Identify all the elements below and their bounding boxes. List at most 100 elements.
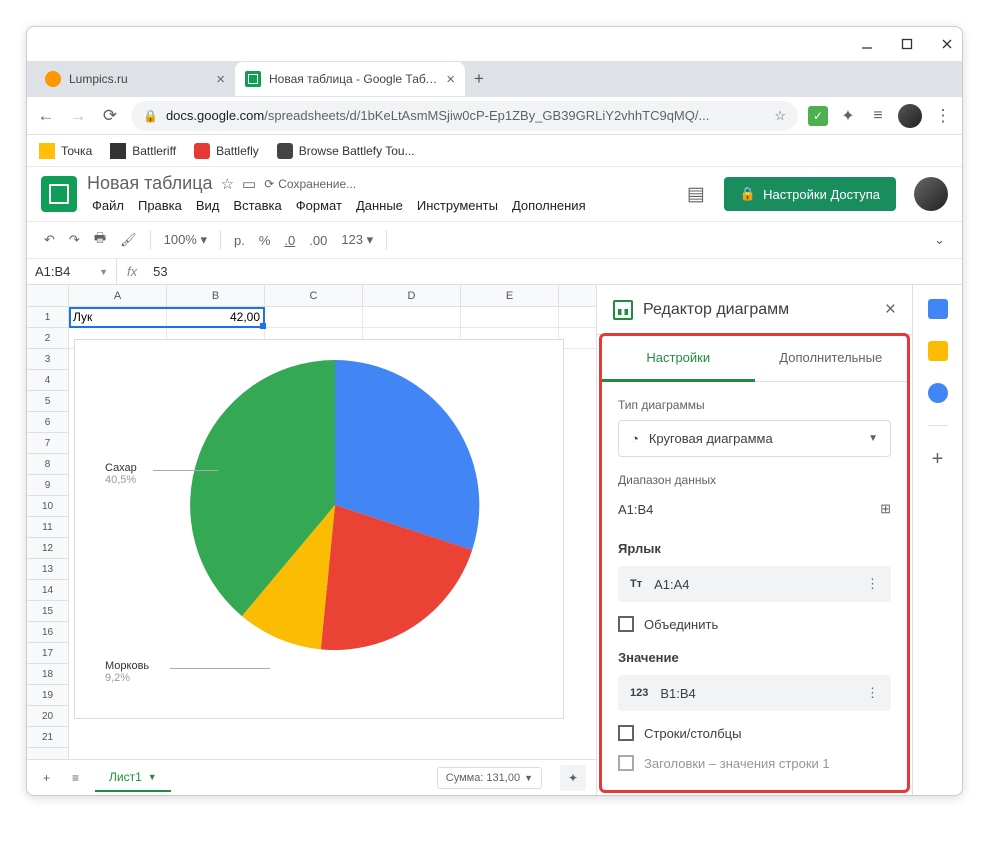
keep-app-icon[interactable] <box>928 341 948 361</box>
menu-data[interactable]: Данные <box>351 196 408 215</box>
tasks-app-icon[interactable] <box>928 383 948 403</box>
chart-editor-panel: Редактор диаграмм × Настройки Дополнител… <box>596 285 912 795</box>
pie-chart-svg <box>190 360 480 650</box>
cell-a1[interactable]: Лук <box>69 307 167 327</box>
add-sheet-button[interactable]: + <box>37 767 56 789</box>
menu-view[interactable]: Вид <box>191 196 225 215</box>
url-text: docs.google.com/spreadsheets/d/1bKeLtAsm… <box>166 108 709 123</box>
zoom-select[interactable]: 100% ▾ <box>159 228 212 252</box>
row-header[interactable]: 1 <box>27 307 68 328</box>
toolbar-more-button[interactable]: ⌄ <box>929 228 950 252</box>
calendar-app-icon[interactable] <box>928 299 948 319</box>
explore-button[interactable]: ✦ <box>560 765 586 791</box>
extension-check-icon[interactable]: ✓ <box>808 106 828 126</box>
menu-edit[interactable]: Правка <box>133 196 187 215</box>
paint-format-button[interactable]: 🖌 <box>115 228 142 252</box>
number-type-icon: 123 <box>630 687 648 699</box>
aggregate-checkbox[interactable]: Объединить <box>618 616 891 632</box>
col-header-d[interactable]: D <box>363 285 461 306</box>
forward-button[interactable]: → <box>67 106 89 126</box>
back-button[interactable]: ← <box>35 106 57 126</box>
currency-button[interactable]: р. <box>229 229 250 252</box>
menu-addons[interactable]: Дополнения <box>507 196 591 215</box>
headers-row-checkbox[interactable]: Заголовки – значения строки 1 <box>618 755 891 771</box>
sum-indicator[interactable]: Сумма: 131,00 ▼ <box>437 767 542 789</box>
close-tab-icon[interactable]: × <box>216 71 225 88</box>
star-doc-icon[interactable]: ☆ <box>221 175 234 193</box>
more-icon[interactable]: ⋮ <box>866 685 879 701</box>
chart-editor-icon <box>613 300 633 320</box>
select-all-corner[interactable] <box>27 285 69 306</box>
chart-type-label: Тип диаграммы <box>618 398 891 412</box>
row-headers: 123456789101112131415161718192021 <box>27 307 69 759</box>
tab-setup[interactable]: Настройки <box>602 336 755 382</box>
col-header-b[interactable]: B <box>167 285 265 306</box>
profile-avatar[interactable] <box>898 104 922 128</box>
extension-list-icon[interactable]: ≡ <box>868 106 888 126</box>
browser-tab-sheets[interactable]: Новая таблица - Google Таблицы × <box>235 62 465 96</box>
bookmark-battlefy[interactable]: Browse Battlefy Tou... <box>277 143 415 159</box>
menu-bar: Файл Правка Вид Вставка Формат Данные Ин… <box>87 196 668 215</box>
col-header-e[interactable]: E <box>461 285 559 306</box>
window-titlebar <box>27 27 962 61</box>
label-range-chip[interactable]: Тт A1:A4 ⋮ <box>618 566 891 602</box>
chrome-menu-button[interactable]: ⋮ <box>932 106 954 126</box>
dec-increase-button[interactable]: .00 <box>304 229 332 252</box>
minimize-button[interactable] <box>860 37 874 51</box>
extension-puzzle-icon[interactable]: ✦ <box>838 106 858 126</box>
menu-format[interactable]: Формат <box>291 196 347 215</box>
sheets-logo-icon[interactable] <box>41 176 77 212</box>
spreadsheet-grid[interactable]: A B C D E 123456789101112131415161718192… <box>27 285 596 759</box>
bookmark-tochka[interactable]: Точка <box>39 143 92 159</box>
account-avatar[interactable] <box>914 177 948 211</box>
sheet-tab-1[interactable]: Лист1 ▼ <box>95 764 171 792</box>
close-window-button[interactable] <box>940 37 954 51</box>
menu-insert[interactable]: Вставка <box>228 196 286 215</box>
move-doc-icon[interactable]: ▭ <box>242 175 256 193</box>
address-bar-row: ← → ⟳ 🔒 docs.google.com/spreadsheets/d/1… <box>27 97 962 135</box>
doc-title[interactable]: Новая таблица <box>87 173 213 194</box>
pie-chart[interactable]: Сахар 40,5% Морковь 9,2% <box>74 339 564 719</box>
all-sheets-button[interactable]: ≡ <box>66 767 85 789</box>
print-button[interactable]: 🖶 <box>89 225 111 255</box>
new-tab-button[interactable]: + <box>465 69 493 89</box>
col-header-a[interactable]: A <box>69 285 167 306</box>
comments-button[interactable]: ▤ <box>678 176 714 212</box>
cell-b1[interactable]: 42,00 <box>167 307 265 327</box>
value-range-chip[interactable]: 123 B1:B4 ⋮ <box>618 675 891 711</box>
data-range-label: Диапазон данных <box>618 473 891 487</box>
add-app-button[interactable]: + <box>932 448 944 471</box>
side-apps-bar: + <box>912 285 962 795</box>
tab-customize[interactable]: Дополнительные <box>755 336 908 381</box>
percent-button[interactable]: % <box>254 229 276 252</box>
formula-input[interactable]: 53 <box>147 264 173 279</box>
browser-tab-lumpics[interactable]: Lumpics.ru × <box>35 62 235 96</box>
reload-button[interactable]: ⟳ <box>99 106 121 126</box>
share-button[interactable]: 🔒 Настройки Доступа <box>724 177 896 211</box>
name-box[interactable]: A1:B4 ▼ <box>27 259 117 284</box>
close-tab-icon[interactable]: × <box>446 71 455 88</box>
dec-decrease-button[interactable]: .0 <box>279 229 300 252</box>
menu-file[interactable]: Файл <box>87 196 129 215</box>
switch-rows-cols-checkbox[interactable]: Строки/столбцы <box>618 725 891 741</box>
label-heading: Ярлык <box>618 541 891 556</box>
more-icon[interactable]: ⋮ <box>866 576 879 592</box>
star-icon[interactable]: ☆ <box>774 108 786 124</box>
bookmark-battlefly[interactable]: Battlefly <box>194 143 259 159</box>
redo-button[interactable]: ↷ <box>64 228 85 252</box>
cells-area[interactable]: Лук42,00 Сахар <box>69 307 596 759</box>
close-editor-button[interactable]: × <box>885 299 896 321</box>
maximize-button[interactable] <box>900 37 914 51</box>
bookmark-battleriff[interactable]: Battleriff <box>110 143 176 159</box>
data-range-input[interactable]: A1:B4 ⊞ <box>618 495 891 523</box>
grid-select-icon[interactable]: ⊞ <box>880 501 891 517</box>
number-format-button[interactable]: 123 ▾ <box>336 228 378 252</box>
undo-button[interactable]: ↶ <box>39 228 60 252</box>
col-header-c[interactable]: C <box>265 285 363 306</box>
text-type-icon: Тт <box>630 578 642 590</box>
menu-tools[interactable]: Инструменты <box>412 196 503 215</box>
address-bar[interactable]: 🔒 docs.google.com/spreadsheets/d/1bKeLtA… <box>131 101 798 131</box>
chart-type-select[interactable]: ◔ Круговая диаграмма ▼ <box>618 420 891 457</box>
lumpics-favicon <box>45 71 61 87</box>
tab-title: Новая таблица - Google Таблицы <box>269 72 438 86</box>
